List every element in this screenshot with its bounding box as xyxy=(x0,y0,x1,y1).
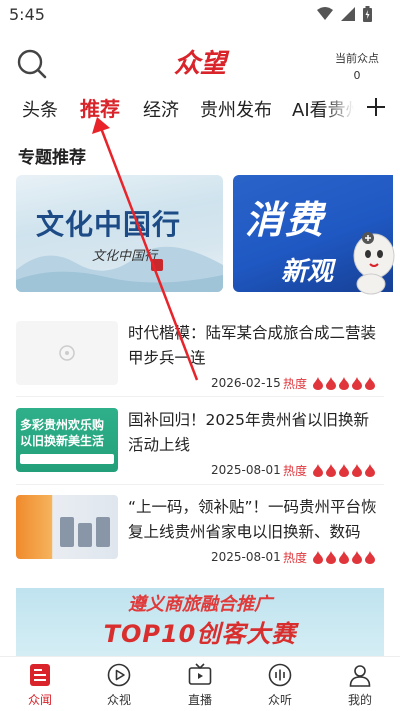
nav-item-live[interactable]: 直播 xyxy=(170,661,230,708)
news-heat: 热度 xyxy=(283,375,376,392)
news-heat: 热度 xyxy=(283,462,376,479)
news-item[interactable]: 多彩贵州欢乐购 以旧换新美生活 国补回归！2025年贵州省以旧换新活动上线 20… xyxy=(0,408,400,508)
flame-icon xyxy=(326,377,337,390)
news-icon xyxy=(30,664,50,686)
search-icon xyxy=(17,49,47,79)
flame-icon xyxy=(326,551,337,564)
banner-consumption-title: 消费 xyxy=(245,198,326,242)
news-title: “上一码，领补贴”！一码贵州平台恢复上线贵州省家电以旧换新、数码 xyxy=(128,498,377,541)
appliance-shape xyxy=(96,517,110,547)
nav-item-label: 众听 xyxy=(267,693,292,707)
nav-item-label: 直播 xyxy=(187,693,212,707)
nav-item-label: 我的 xyxy=(347,693,372,707)
nav-item-video[interactable]: 众视 xyxy=(89,661,149,708)
flame-icon xyxy=(352,551,363,564)
thumbnail-strip xyxy=(20,454,114,464)
heat-flames xyxy=(312,551,376,564)
person-icon xyxy=(349,665,371,687)
appliance-shape xyxy=(78,523,92,547)
app-logo: 众望 xyxy=(173,49,226,79)
thumbnail-text: 多彩贵州欢乐购 xyxy=(20,418,105,432)
news-date: 2026-02-15 xyxy=(211,376,281,390)
tab-guizhou-release[interactable]: 贵州发布 xyxy=(200,96,272,122)
banner-consumption-subtitle: 新观 xyxy=(281,257,334,287)
promo-banner-line1: 遵义商旅融合推广 xyxy=(128,594,272,615)
news-title: 时代楷模：陆军某合成旅合成二营装甲步兵一连 xyxy=(128,324,377,367)
divider xyxy=(16,484,384,485)
flame-icon xyxy=(339,377,350,390)
news-date: 2025-08-01 xyxy=(211,463,281,477)
heat-flames xyxy=(312,464,376,477)
flame-icon xyxy=(339,464,350,477)
flame-icon xyxy=(365,377,376,390)
channel-tabs: 头条 推荐 经济 贵州发布 AI看贵州 xyxy=(0,92,400,126)
flame-icon xyxy=(313,464,324,477)
tab-economy[interactable]: 经济 xyxy=(143,96,179,122)
flame-icon xyxy=(365,464,376,477)
battery-icon xyxy=(363,6,372,22)
points-value: 0 xyxy=(353,69,361,82)
bottom-nav: 众闻 众视 直播 众听 我的 xyxy=(0,656,400,711)
mascot-icon[interactable] xyxy=(346,226,396,296)
banner-culture-subtitle: 文化中国行 xyxy=(92,249,158,264)
tab-recommended[interactable]: 推荐 xyxy=(80,93,120,122)
plus-icon xyxy=(367,98,385,116)
topic-banner-culture[interactable]: 文化中国行 文化中国行 xyxy=(16,175,223,292)
promo-banner-line2: TOP10创客大赛 xyxy=(103,620,297,648)
divider xyxy=(16,396,384,397)
wifi-icon xyxy=(317,7,333,20)
play-icon xyxy=(107,663,131,687)
heat-flames xyxy=(312,377,376,390)
nav-item-news[interactable]: 众闻 xyxy=(10,661,70,708)
flame-icon xyxy=(313,551,324,564)
points-display[interactable]: 当前众点 0 xyxy=(332,50,382,82)
news-date: 2025-08-01 xyxy=(211,550,281,564)
section-title: 专题推荐 xyxy=(18,148,86,168)
nav-item-audio[interactable]: 众听 xyxy=(250,661,310,708)
news-thumbnail: 多彩贵州欢乐购 以旧换新美生活 xyxy=(16,408,118,472)
flame-icon xyxy=(313,377,324,390)
seal-stamp xyxy=(151,259,163,271)
points-label: 当前众点 xyxy=(335,52,379,65)
flame-icon xyxy=(365,551,376,564)
news-item[interactable]: “上一码，领补贴”！一码贵州平台恢复上线贵州省家电以旧换新、数码 2025-08… xyxy=(0,495,400,595)
nav-item-profile[interactable]: 我的 xyxy=(330,661,390,708)
tab-ai-guizhou[interactable]: AI看贵州 xyxy=(292,96,354,122)
tab-headlines[interactable]: 头条 xyxy=(22,96,58,122)
tab-ai-guizhou-wrap: AI看贵州 xyxy=(292,92,354,126)
status-bar: 5:45 xyxy=(0,0,400,30)
nav-item-label: 众闻 xyxy=(27,693,52,707)
placeholder-logo-icon xyxy=(59,345,75,361)
search-button[interactable] xyxy=(16,48,50,82)
news-heat: 热度 xyxy=(283,549,376,566)
nav-item-label: 众视 xyxy=(106,693,131,707)
appliance-shape xyxy=(60,517,74,547)
heat-label: 热度 xyxy=(283,551,308,565)
flame-icon xyxy=(352,377,363,390)
thumbnail-text: 以旧换新美生活 xyxy=(20,434,105,448)
flame-icon xyxy=(352,464,363,477)
flame-icon xyxy=(326,464,337,477)
status-time: 5:45 xyxy=(9,5,45,24)
promo-banner[interactable]: 遵义商旅融合推广 TOP10创客大赛 xyxy=(16,588,384,660)
heat-label: 热度 xyxy=(283,464,308,478)
news-item[interactable]: 时代楷模：陆军某合成旅合成二营装甲步兵一连 2026-02-15 热度 xyxy=(0,321,400,421)
news-thumbnail xyxy=(16,495,118,559)
flame-icon xyxy=(339,551,350,564)
add-channel-button[interactable] xyxy=(366,96,386,122)
app-header: 众望 当前众点 0 xyxy=(0,44,400,88)
news-title: 国补回归！2025年贵州省以旧换新活动上线 xyxy=(128,411,369,454)
audio-icon xyxy=(268,663,292,687)
heat-label: 热度 xyxy=(283,377,308,391)
tv-icon xyxy=(188,663,212,685)
signal-icon xyxy=(341,7,355,21)
banner-culture-title: 文化中国行 xyxy=(36,208,182,241)
status-icons xyxy=(317,6,372,22)
news-thumbnail xyxy=(16,321,118,385)
